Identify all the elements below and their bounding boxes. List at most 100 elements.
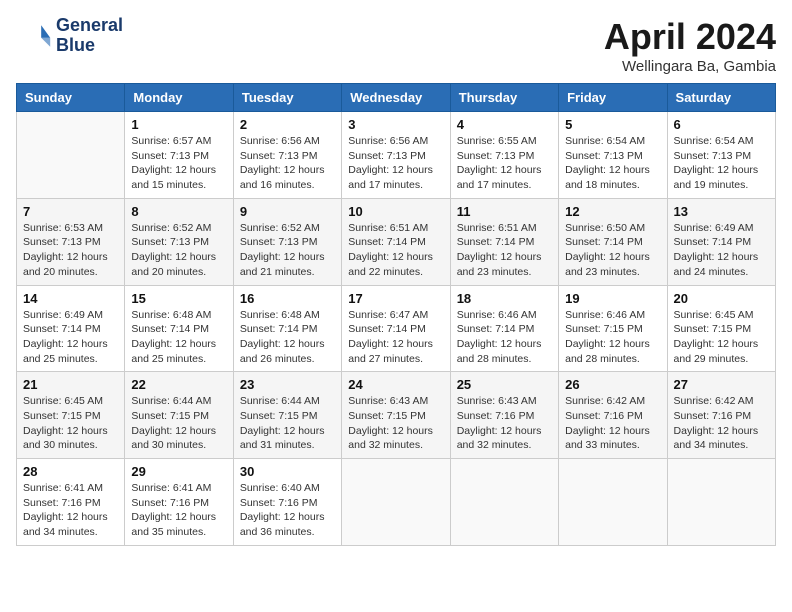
month-title: April 2024 (604, 16, 776, 58)
calendar-cell: 30Sunrise: 6:40 AMSunset: 7:16 PMDayligh… (233, 459, 341, 546)
day-info: Sunrise: 6:44 AMSunset: 7:15 PMDaylight:… (131, 394, 226, 453)
day-info: Sunrise: 6:56 AMSunset: 7:13 PMDaylight:… (240, 134, 335, 193)
calendar-cell: 4 Sunrise: 6:55 AMSunset: 7:13 PMDaylight… (450, 112, 558, 199)
day-number: 7 (23, 204, 118, 219)
day-number: 6 (674, 117, 769, 132)
day-info: Sunrise: 6:45 AMSunset: 7:15 PMDaylight:… (23, 394, 118, 453)
day-number: 4 (457, 117, 552, 132)
day-number: 1 (131, 117, 226, 132)
day-number: 5 (565, 117, 660, 132)
calendar-cell: 18 Sunrise: 6:46 AMSunset: 7:14 PMDayligh… (450, 285, 558, 372)
calendar-cell: 1Sunrise: 6:57 AMSunset: 7:13 PMDaylight… (125, 112, 233, 199)
calendar-cell: 17 Sunrise: 6:47 AMSunset: 7:14 PMDayligh… (342, 285, 450, 372)
day-info: Sunrise: 6:42 AMSunset: 7:16 PMDaylight:… (674, 394, 769, 453)
calendar-cell (667, 459, 775, 546)
day-number: 14 (23, 291, 118, 306)
day-number: 3 (348, 117, 443, 132)
calendar-cell (559, 459, 667, 546)
day-number: 18 (457, 291, 552, 306)
calendar-cell: 6 Sunrise: 6:54 AMSunset: 7:13 PMDaylight… (667, 112, 775, 199)
day-number: 24 (348, 377, 443, 392)
day-info: Sunrise: 6:54 AMSunset: 7:13 PMDaylight:… (565, 134, 660, 193)
day-number: 2 (240, 117, 335, 132)
calendar-cell: 21Sunrise: 6:45 AMSunset: 7:15 PMDayligh… (17, 372, 125, 459)
day-number: 27 (674, 377, 769, 392)
calendar-week-row: 21Sunrise: 6:45 AMSunset: 7:15 PMDayligh… (17, 372, 776, 459)
logo: General Blue (16, 16, 123, 56)
day-info: Sunrise: 6:43 AMSunset: 7:15 PMDaylight:… (348, 394, 443, 453)
calendar-cell: 20 Sunrise: 6:45 AMSunset: 7:15 PMDayligh… (667, 285, 775, 372)
title-block: April 2024 Wellingara Ba, Gambia (604, 16, 776, 75)
day-number: 19 (565, 291, 660, 306)
logo-text: General Blue (56, 16, 123, 56)
col-header-sunday: Sunday (17, 84, 125, 112)
day-info: Sunrise: 6:46 AMSunset: 7:15 PMDaylight:… (565, 308, 660, 367)
day-number: 16 (240, 291, 335, 306)
day-number: 9 (240, 204, 335, 219)
day-info: Sunrise: 6:48 AMSunset: 7:14 PMDaylight:… (131, 308, 226, 367)
day-number: 29 (131, 464, 226, 479)
day-info: Sunrise: 6:44 AMSunset: 7:15 PMDaylight:… (240, 394, 335, 453)
day-info: Sunrise: 6:48 AMSunset: 7:14 PMDaylight:… (240, 308, 335, 367)
calendar-table: SundayMondayTuesdayWednesdayThursdayFrid… (16, 83, 776, 546)
calendar-cell: 26Sunrise: 6:42 AMSunset: 7:16 PMDayligh… (559, 372, 667, 459)
day-info: Sunrise: 6:52 AMSunset: 7:13 PMDaylight:… (240, 221, 335, 280)
day-info: Sunrise: 6:54 AMSunset: 7:13 PMDaylight:… (674, 134, 769, 193)
day-number: 12 (565, 204, 660, 219)
calendar-week-row: 7 Sunrise: 6:53 AMSunset: 7:13 PMDaylight… (17, 198, 776, 285)
day-number: 23 (240, 377, 335, 392)
day-number: 11 (457, 204, 552, 219)
day-number: 13 (674, 204, 769, 219)
calendar-header-row: SundayMondayTuesdayWednesdayThursdayFrid… (17, 84, 776, 112)
day-info: Sunrise: 6:53 AMSunset: 7:13 PMDaylight:… (23, 221, 118, 280)
day-info: Sunrise: 6:41 AMSunset: 7:16 PMDaylight:… (23, 481, 118, 540)
calendar-week-row: 14 Sunrise: 6:49 AMSunset: 7:14 PMDayligh… (17, 285, 776, 372)
calendar-cell: 9 Sunrise: 6:52 AMSunset: 7:13 PMDaylight… (233, 198, 341, 285)
calendar-cell: 22Sunrise: 6:44 AMSunset: 7:15 PMDayligh… (125, 372, 233, 459)
day-number: 17 (348, 291, 443, 306)
day-info: Sunrise: 6:45 AMSunset: 7:15 PMDaylight:… (674, 308, 769, 367)
col-header-monday: Monday (125, 84, 233, 112)
calendar-cell: 25 Sunrise: 6:43 AMSunset: 7:16 PMDayligh… (450, 372, 558, 459)
calendar-cell: 19 Sunrise: 6:46 AMSunset: 7:15 PMDayligh… (559, 285, 667, 372)
day-number: 26 (565, 377, 660, 392)
day-number: 15 (131, 291, 226, 306)
calendar-cell (450, 459, 558, 546)
day-info: Sunrise: 6:50 AMSunset: 7:14 PMDaylight:… (565, 221, 660, 280)
location-title: Wellingara Ba, Gambia (604, 58, 776, 75)
calendar-cell: 11Sunrise: 6:51 AMSunset: 7:14 PMDayligh… (450, 198, 558, 285)
calendar-cell: 8Sunrise: 6:52 AMSunset: 7:13 PMDaylight… (125, 198, 233, 285)
day-number: 25 (457, 377, 552, 392)
day-number: 30 (240, 464, 335, 479)
day-info: Sunrise: 6:46 AMSunset: 7:14 PMDaylight:… (457, 308, 552, 367)
calendar-cell: 10 Sunrise: 6:51 AMSunset: 7:14 PMDayligh… (342, 198, 450, 285)
col-header-friday: Friday (559, 84, 667, 112)
calendar-cell: 29 Sunrise: 6:41 AMSunset: 7:16 PMDayligh… (125, 459, 233, 546)
logo-icon (16, 18, 52, 54)
calendar-cell: 5 Sunrise: 6:54 AMSunset: 7:13 PMDaylight… (559, 112, 667, 199)
calendar-cell: 14 Sunrise: 6:49 AMSunset: 7:14 PMDayligh… (17, 285, 125, 372)
calendar-week-row: 28 Sunrise: 6:41 AMSunset: 7:16 PMDayligh… (17, 459, 776, 546)
col-header-saturday: Saturday (667, 84, 775, 112)
calendar-cell: 12 Sunrise: 6:50 AMSunset: 7:14 PMDayligh… (559, 198, 667, 285)
day-info: Sunrise: 6:41 AMSunset: 7:16 PMDaylight:… (131, 481, 226, 540)
day-info: Sunrise: 6:43 AMSunset: 7:16 PMDaylight:… (457, 394, 552, 453)
calendar-cell: 24 Sunrise: 6:43 AMSunset: 7:15 PMDayligh… (342, 372, 450, 459)
day-info: Sunrise: 6:55 AMSunset: 7:13 PMDaylight:… (457, 134, 552, 193)
day-info: Sunrise: 6:51 AMSunset: 7:14 PMDaylight:… (348, 221, 443, 280)
day-info: Sunrise: 6:49 AMSunset: 7:14 PMDaylight:… (23, 308, 118, 367)
calendar-cell: 28 Sunrise: 6:41 AMSunset: 7:16 PMDayligh… (17, 459, 125, 546)
calendar-cell (17, 112, 125, 199)
col-header-thursday: Thursday (450, 84, 558, 112)
day-info: Sunrise: 6:47 AMSunset: 7:14 PMDaylight:… (348, 308, 443, 367)
day-number: 8 (131, 204, 226, 219)
calendar-cell (342, 459, 450, 546)
day-number: 20 (674, 291, 769, 306)
calendar-week-row: 1Sunrise: 6:57 AMSunset: 7:13 PMDaylight… (17, 112, 776, 199)
calendar-cell: 15 Sunrise: 6:48 AMSunset: 7:14 PMDayligh… (125, 285, 233, 372)
calendar-cell: 13 Sunrise: 6:49 AMSunset: 7:14 PMDayligh… (667, 198, 775, 285)
day-info: Sunrise: 6:49 AMSunset: 7:14 PMDaylight:… (674, 221, 769, 280)
day-number: 28 (23, 464, 118, 479)
day-info: Sunrise: 6:56 AMSunset: 7:13 PMDaylight:… (348, 134, 443, 193)
day-number: 10 (348, 204, 443, 219)
